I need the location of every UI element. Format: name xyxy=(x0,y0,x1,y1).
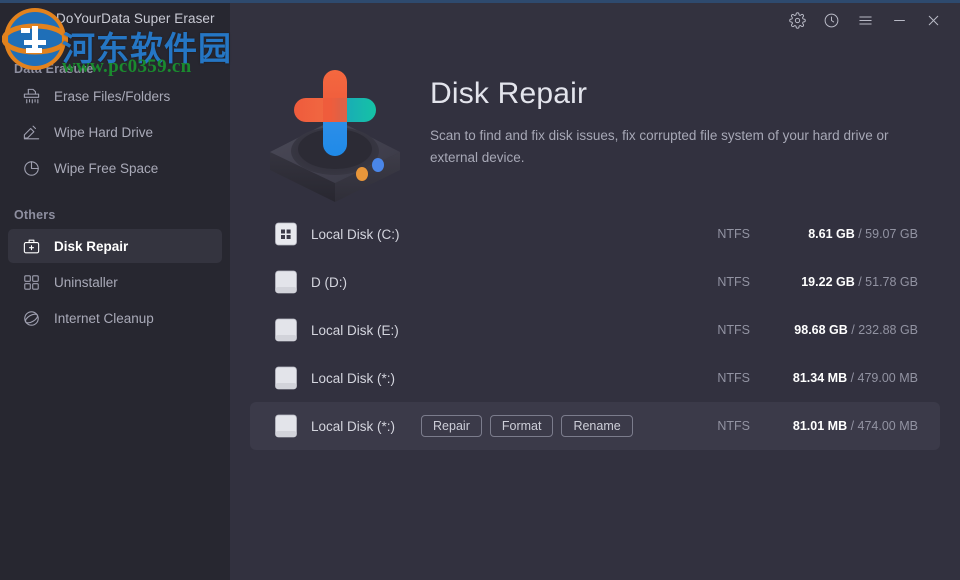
sidebar-item-wipe-hard-drive[interactable]: Wipe Hard Drive xyxy=(8,115,222,149)
close-button[interactable] xyxy=(916,3,950,37)
disk-size-separator: / xyxy=(855,275,865,289)
disk-filesystem: NTFS xyxy=(717,275,750,289)
close-icon xyxy=(925,12,942,29)
sidebar-item-label: Disk Repair xyxy=(54,239,128,254)
disk-name: Local Disk (E:) xyxy=(311,323,399,338)
disk-capacity: 81.34 MB / 479.00 MB xyxy=(793,371,918,385)
disk-total-size: 474.00 MB xyxy=(858,419,918,433)
sidebar-item-wipe-free-space[interactable]: Wipe Free Space xyxy=(8,151,222,185)
sidebar-item-label: Uninstaller xyxy=(54,275,118,290)
drive-icon xyxy=(275,414,297,438)
gear-icon xyxy=(789,12,806,29)
sidebar-item-uninstaller[interactable]: Uninstaller xyxy=(8,265,222,299)
disk-name: Local Disk (*:) xyxy=(311,371,395,386)
sidebar-section-title: Others xyxy=(14,208,56,222)
disk-capacity: 19.22 GB / 51.78 GB xyxy=(801,275,918,289)
shredder-icon xyxy=(14,87,48,106)
app-title: DoYourData Super Eraser xyxy=(56,11,215,26)
disk-row[interactable]: Local Disk (*:) NTFS 81.34 MB / 479.00 MB xyxy=(250,354,940,402)
pie-chart-icon xyxy=(14,159,48,178)
history-button[interactable] xyxy=(814,3,848,37)
disk-list: Local Disk (C:) NTFS 8.61 GB / 59.07 GB D (… xyxy=(230,210,960,450)
sidebar: Data Erasure Erase Files/Folders Wipe Hard… xyxy=(0,0,230,580)
drive-icon xyxy=(275,270,297,294)
repair-button[interactable]: Repair xyxy=(421,415,482,437)
disk-used-size: 98.68 GB xyxy=(794,323,848,337)
disk-filesystem: NTFS xyxy=(717,419,750,433)
disk-capacity: 81.01 MB / 474.00 MB xyxy=(793,419,918,433)
disk-size-separator: / xyxy=(847,371,857,385)
drive-icon xyxy=(275,366,297,390)
sidebar-item-label: Wipe Free Space xyxy=(54,161,158,176)
hamburger-icon xyxy=(857,12,874,29)
clock-icon xyxy=(823,12,840,29)
disk-row[interactable]: D (D:) NTFS 19.22 GB / 51.78 GB xyxy=(250,258,940,306)
disk-name: Local Disk (*:) xyxy=(311,419,395,434)
disk-row[interactable]: Local Disk (E:) NTFS 98.68 GB / 232.88 GB xyxy=(250,306,940,354)
format-button[interactable]: Format xyxy=(490,415,554,437)
wipe-disk-icon xyxy=(14,123,48,142)
sidebar-item-disk-repair[interactable]: Disk Repair xyxy=(8,229,222,263)
rename-button[interactable]: Rename xyxy=(561,415,632,437)
first-aid-kit-icon xyxy=(14,237,48,256)
disk-name: Local Disk (C:) xyxy=(311,227,400,242)
disk-row[interactable]: Local Disk (C:) NTFS 8.61 GB / 59.07 GB xyxy=(250,210,940,258)
disk-used-size: 81.34 MB xyxy=(793,371,847,385)
disk-row-actions: Repair Format Rename xyxy=(421,415,633,437)
menu-button[interactable] xyxy=(848,3,882,37)
disk-used-size: 19.22 GB xyxy=(801,275,855,289)
minimize-icon xyxy=(891,12,908,29)
sidebar-item-internet-cleanup[interactable]: Internet Cleanup xyxy=(8,301,222,335)
disk-used-size: 81.01 MB xyxy=(793,419,847,433)
sidebar-item-erase-files-folders[interactable]: Erase Files/Folders xyxy=(8,79,222,113)
disk-filesystem: NTFS xyxy=(717,371,750,385)
top-accent-line xyxy=(0,0,960,3)
disk-total-size: 51.78 GB xyxy=(865,275,918,289)
disk-total-size: 232.88 GB xyxy=(858,323,918,337)
disk-size-separator: / xyxy=(847,419,857,433)
sidebar-item-label: Internet Cleanup xyxy=(54,311,154,326)
windows-drive-icon xyxy=(275,222,297,246)
disk-repair-3d-illustration xyxy=(250,52,420,202)
hero-section: Disk Repair Scan to find and fix disk is… xyxy=(230,40,960,205)
drive-icon xyxy=(275,318,297,342)
disk-capacity: 98.68 GB / 232.88 GB xyxy=(794,323,918,337)
disk-filesystem: NTFS xyxy=(717,323,750,337)
sidebar-item-label: Wipe Hard Drive xyxy=(54,125,153,140)
page-title: Disk Repair xyxy=(430,77,587,111)
sidebar-section-title: Data Erasure xyxy=(14,62,94,76)
disk-capacity: 8.61 GB / 59.07 GB xyxy=(808,227,918,241)
disk-filesystem: NTFS xyxy=(717,227,750,241)
disk-name: D (D:) xyxy=(311,275,347,290)
page-description: Scan to find and fix disk issues, fix co… xyxy=(430,125,910,169)
disk-used-size: 8.61 GB xyxy=(808,227,855,241)
grid-apps-icon xyxy=(14,273,48,292)
sidebar-item-label: Erase Files/Folders xyxy=(54,89,170,104)
globe-icon xyxy=(14,309,48,328)
app-window: Data Erasure Erase Files/Folders Wipe Hard… xyxy=(0,0,960,580)
window-controls xyxy=(780,0,950,40)
disk-size-separator: / xyxy=(848,323,858,337)
disk-total-size: 59.07 GB xyxy=(865,227,918,241)
settings-button[interactable] xyxy=(780,3,814,37)
disk-size-separator: / xyxy=(855,227,865,241)
main-content: Disk Repair Scan to find and fix disk is… xyxy=(230,40,960,580)
disk-row[interactable]: Local Disk (*:) Repair Format Rename NTFS 81.… xyxy=(250,402,940,450)
minimize-button[interactable] xyxy=(882,3,916,37)
disk-total-size: 479.00 MB xyxy=(858,371,918,385)
